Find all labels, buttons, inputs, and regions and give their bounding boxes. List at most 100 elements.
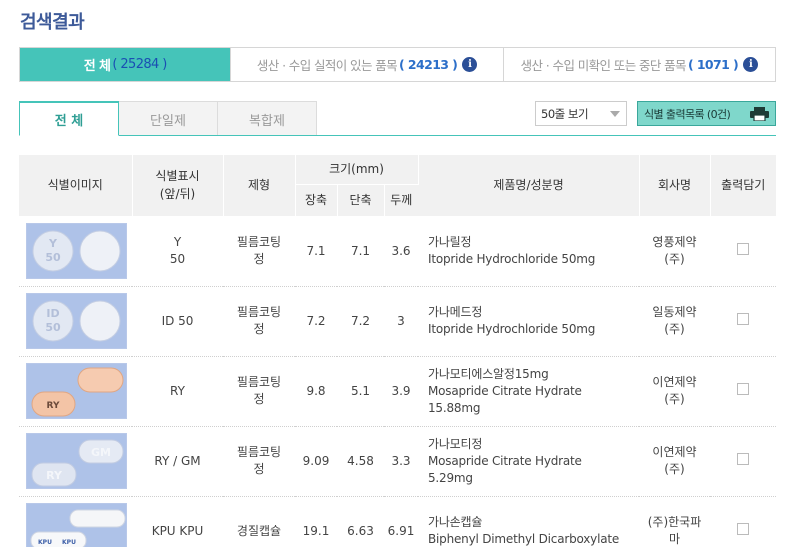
thickness-cell: 3.3: [384, 426, 418, 497]
company-text: (주): [664, 392, 685, 406]
svg-text:RY: RY: [46, 469, 63, 482]
product-text: 가나모티정: [428, 436, 483, 451]
info-icon[interactable]: i: [743, 57, 759, 72]
product-text: Biphenyl Dimethyl Dicarboxylate: [428, 532, 620, 546]
header-company: 회사명: [639, 155, 711, 217]
header-form: 제형: [223, 155, 296, 217]
results-table: 식별이미지 식별표시 (앞/뒤) 제형 크기(mm) 제품명/성분명 회사명 출…: [19, 155, 776, 547]
add-to-print-checkbox[interactable]: [737, 312, 749, 325]
mark-cell: RY: [132, 356, 223, 427]
thickness-cell: 6.91: [384, 496, 418, 547]
pill-image-cell[interactable]: ID 50: [19, 286, 132, 357]
subtab-all[interactable]: 전 체: [19, 101, 119, 136]
mark-text: RY / GM: [154, 453, 201, 468]
mark-text: Y: [173, 235, 182, 249]
pill-image-cell[interactable]: KPU KPU: [19, 496, 132, 547]
long-axis-cell: 19.1: [295, 496, 337, 547]
pill-drawing: KPU KPU: [30, 509, 126, 547]
form-text: 정: [253, 392, 265, 406]
tab-count: ( 24213 ): [399, 57, 458, 72]
header-product: 제품명/성분명: [418, 155, 640, 217]
mark-cell: KPU KPU: [132, 496, 223, 547]
mark-cell: RY / GM: [132, 426, 223, 497]
pill-image[interactable]: ID 50: [26, 293, 127, 349]
company-text: (주): [664, 252, 685, 266]
product-text: 15.88mg: [428, 400, 481, 415]
company-cell: 일동제약 (주): [639, 286, 710, 357]
pill-image-cell[interactable]: RY GM: [19, 426, 132, 497]
form-text: 필름코팅: [236, 305, 282, 319]
svg-text:50: 50: [45, 251, 61, 264]
product-cell[interactable]: 가나모티에스알정15mg Mosapride Citrate Hydrate 15.…: [418, 356, 639, 427]
add-to-print-checkbox[interactable]: [737, 522, 749, 535]
product-text: 가나손캡슐: [428, 515, 483, 529]
company-cell: 이연제약 (주): [639, 426, 710, 497]
short-axis-cell: 5.1: [337, 356, 384, 427]
short-axis-cell: 7.2: [337, 286, 384, 357]
subtab-single[interactable]: 단일제: [118, 101, 218, 136]
table-row[interactable]: RY RY 필름코팅 정 9.8 5.1 3.9 가나모티에스알정15mg Mosa…: [19, 356, 776, 427]
info-icon[interactable]: i: [462, 57, 478, 72]
sub-tab-divider: [19, 135, 776, 136]
table-row[interactable]: KPU KPU KPU KPU 경질캡슐 19.1 6.63 6.91 가나손캡슐…: [19, 496, 776, 547]
form-cell: 필름코팅정: [223, 356, 295, 427]
product-text: Itopride Hydrochloride 50mg: [428, 252, 596, 266]
pill-drawing: ID50: [32, 300, 121, 342]
product-cell[interactable]: 가나메드정 Itopride Hydrochloride 50mg: [418, 286, 639, 357]
tab-discontinued-items[interactable]: 생산 · 수입 미확인 또는 중단 품목 ( 1071 ) i: [503, 48, 775, 81]
pill-image[interactable]: KPU KPU: [26, 503, 127, 547]
pill-image[interactable]: Y 50: [26, 223, 127, 279]
table-row[interactable]: Y 50 Y 50 필름코팅 정 7.1 7.1 3.6 가나릴정 Itopride H…: [19, 216, 776, 287]
print-list-button[interactable]: 식별 출력목록 (0건): [637, 101, 776, 126]
table-row[interactable]: ID 50 ID 50 필름코팅정 7.2 7.2 3 가나메드정 Itopride…: [19, 286, 776, 357]
form-text: 필름코팅: [236, 445, 282, 459]
cart-cell: [710, 496, 776, 547]
tab-count: ( 1071 ): [687, 57, 739, 72]
product-cell[interactable]: 가나릴정 Itopride Hydrochloride 50mg: [418, 216, 639, 287]
product-text: Itopride Hydrochloride 50mg: [428, 322, 596, 336]
pill-image[interactable]: RY: [26, 363, 127, 419]
header-mark-line1: 식별표시: [155, 169, 200, 184]
long-axis-cell: 7.2: [295, 286, 337, 357]
tab-label: 생산 · 수입 미확인 또는 중단 품목: [520, 58, 687, 73]
tab-count: ( 25284 ): [112, 57, 167, 72]
cart-cell: [710, 426, 776, 497]
product-text: Mosapride Citrate Hydrate: [428, 453, 582, 468]
header-short-axis: 단축: [337, 184, 385, 217]
form-cell: 경질캡슐: [223, 496, 295, 547]
company-text: (주): [664, 462, 685, 476]
result-tabs: 전 체 ( 25284 ) 생산 · 수입 실적이 있는 품목 ( 24213 …: [19, 47, 776, 82]
company-cell: 영풍제약 (주): [639, 216, 710, 287]
short-axis-cell: 4.58: [337, 426, 384, 497]
sub-tabs: 전 체 단일제 복합제: [19, 101, 317, 136]
subtab-combination[interactable]: 복합제: [217, 101, 317, 136]
svg-text:RY: RY: [47, 401, 60, 411]
thickness-cell: 3: [384, 286, 418, 357]
form-text: 필름코팅: [236, 235, 282, 249]
table-row[interactable]: RY GM RY / GM 필름코팅 정 9.09 4.58 3.3 가나모티정 Mo…: [19, 426, 776, 497]
pill-drawing: RY: [31, 367, 124, 417]
product-cell[interactable]: 가나모티정 Mosapride Citrate Hydrate 5.29mg: [418, 426, 639, 497]
pill-image-cell[interactable]: RY: [19, 356, 132, 427]
add-to-print-checkbox[interactable]: [737, 382, 749, 395]
form-text: 정: [253, 322, 265, 336]
header-thickness: 두께: [384, 184, 418, 217]
mark-cell: Y 50: [132, 216, 223, 287]
tab-all-results[interactable]: 전 체 ( 25284 ): [20, 48, 232, 81]
pill-image[interactable]: RY GM: [26, 433, 127, 489]
tab-produced-items[interactable]: 생산 · 수입 실적이 있는 품목 ( 24213 ) i: [231, 48, 504, 81]
svg-text:KPU: KPU: [38, 539, 52, 546]
pill-image-cell[interactable]: Y 50: [19, 216, 132, 287]
printer-icon: [750, 107, 769, 121]
mark-text: ID 50: [161, 313, 194, 328]
add-to-print-checkbox[interactable]: [737, 452, 749, 465]
rows-per-page-select[interactable]: 50줄 보기: [535, 101, 627, 126]
add-to-print-checkbox[interactable]: [737, 242, 749, 255]
long-axis-cell: 9.8: [295, 356, 337, 427]
svg-text:GM: GM: [91, 446, 111, 459]
form-text: 필름코팅: [236, 375, 282, 389]
form-cell: 필름코팅정: [223, 286, 295, 357]
product-cell[interactable]: 가나손캡슐 Biphenyl Dimethyl Dicarboxylate: [418, 496, 639, 547]
company-text: 이연제약: [652, 375, 697, 389]
cart-cell: [710, 356, 776, 427]
